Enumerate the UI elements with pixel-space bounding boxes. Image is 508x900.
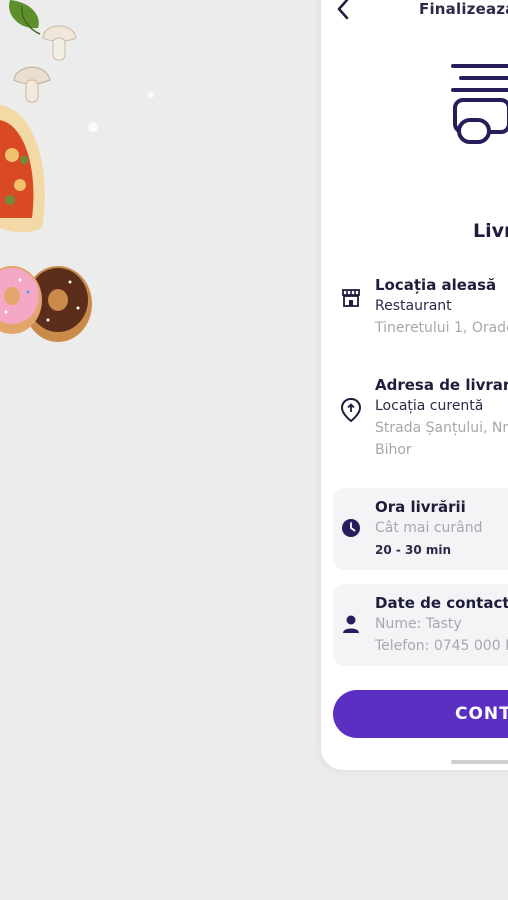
location-pin-icon <box>341 398 361 422</box>
donut-icon <box>0 266 92 342</box>
page-title: Finalizează <box>419 0 508 18</box>
location-address: Tineretului 1, Orade <box>375 320 508 336</box>
delivery-time-label: Ora livrării <box>375 498 466 516</box>
delivery-address-street: Strada Șanțului, Nr <box>375 420 508 436</box>
contact-card[interactable]: Date de contact Nume: Tasty Telefon: 074… <box>333 584 508 666</box>
contact-name: Nume: Tasty <box>375 616 462 632</box>
delivery-address-label: Adresa de livrar <box>375 376 508 394</box>
contact-phone: Telefon: 0745 000 I <box>375 638 508 654</box>
continue-button[interactable]: CONT <box>333 690 508 738</box>
person-icon <box>343 615 359 633</box>
decor-dot <box>148 92 154 98</box>
checkout-panel: Finalizează Livr Locația aleasă Restaura… <box>321 0 508 770</box>
decor-dot <box>88 122 98 132</box>
delivery-address-subtitle: Locația curentă <box>375 398 484 414</box>
location-label: Locația aleasă <box>375 276 497 294</box>
section-title: Livr <box>473 220 508 242</box>
delivery-address-county: Bihor <box>375 442 412 458</box>
clock-icon <box>342 519 360 537</box>
food-decoration <box>0 0 320 900</box>
delivery-address-item[interactable]: Adresa de livrar Locația curentă Strada … <box>335 376 508 458</box>
contact-label: Date de contact <box>375 594 508 612</box>
mushroom-icon <box>13 66 51 103</box>
continue-button-label: CONT <box>455 704 508 724</box>
chosen-location-item[interactable]: Locația aleasă Restaurant Tineretului 1,… <box>335 276 508 336</box>
chevron-left-icon[interactable] <box>333 0 353 22</box>
location-type: Restaurant <box>375 298 452 314</box>
delivery-scooter-icon <box>451 64 508 144</box>
delivery-time-card[interactable]: Ora livrării Cât mai curând 20 - 30 min <box>333 488 508 570</box>
pizza-slice-icon <box>0 105 45 233</box>
store-icon <box>342 289 360 307</box>
home-indicator <box>451 760 508 764</box>
delivery-time-estimate: 20 - 30 min <box>375 543 452 557</box>
delivery-time-option: Cât mai curând <box>375 520 483 536</box>
